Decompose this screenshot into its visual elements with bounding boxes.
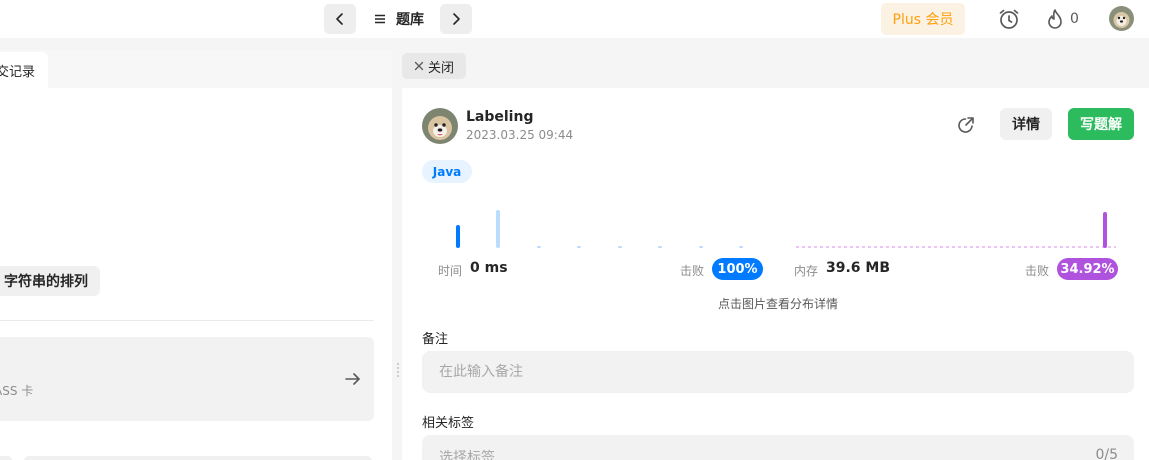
tags-select[interactable]: 选择标签 0/5 <box>422 435 1134 460</box>
runtime-bar <box>699 246 703 248</box>
tags-count: 0/5 <box>1095 447 1118 460</box>
right-tab-bar: 关闭 <box>402 50 1149 88</box>
chart-hint: 点击图片查看分布详情 <box>717 297 838 311</box>
partial-element <box>24 456 372 460</box>
chevron-right-icon <box>453 13 460 25</box>
problem-list-label: 题库 <box>396 12 424 28</box>
topic-chip[interactable]: 字符串的排列 <box>0 266 100 296</box>
memory-beat-label: 击败 <box>1025 264 1050 278</box>
prev-problem-button[interactable] <box>324 4 356 34</box>
distribution-chart[interactable] <box>422 198 1132 258</box>
list-icon <box>375 14 385 24</box>
memory-bar-current <box>1103 212 1107 248</box>
divider <box>0 320 374 321</box>
problem-list-button[interactable]: 题库 <box>368 4 434 34</box>
memory-label: 内存 <box>794 264 819 278</box>
tags-label: 相关标签 <box>422 416 475 431</box>
details-button[interactable]: 详情 <box>1000 108 1052 140</box>
memory-beat-badge: 34.92% <box>1057 258 1118 280</box>
submitter-avatar[interactable] <box>422 108 458 144</box>
write-solution-label: 写题解 <box>1080 117 1122 133</box>
streak-count: 0 <box>1070 11 1079 27</box>
close-tab-label: 关闭 <box>427 60 454 76</box>
user-avatar[interactable] <box>1109 6 1134 31</box>
left-tab-bar: 交记录 <box>0 50 392 88</box>
memory-beat-value: 34.92% <box>1060 261 1115 277</box>
runtime-value: 0 ms <box>470 260 508 276</box>
pass-card-label: ASS 卡 <box>0 384 34 398</box>
runtime-beat-badge: 100% <box>712 258 763 280</box>
notes-label: 备注 <box>422 332 449 347</box>
close-icon <box>414 61 424 71</box>
right-panel: 关闭 Labeling 2023.03.25 09:44 详情 写题解 Java <box>402 50 1149 460</box>
plus-membership-button[interactable]: Plus 会员 <box>881 3 965 35</box>
language-tag-label: Java <box>432 164 462 179</box>
panel-splitter[interactable] <box>392 50 402 460</box>
drag-handle-icon[interactable] <box>397 362 399 378</box>
plus-membership-label: Plus 会员 <box>892 12 954 28</box>
runtime-bar <box>739 246 743 248</box>
top-bar: 题库 Plus 会员 0 <box>0 0 1149 38</box>
runtime-beat-value: 100% <box>717 261 758 277</box>
topic-chip-label: 字符串的排列 <box>4 274 88 290</box>
details-label: 详情 <box>1012 117 1040 133</box>
flame-icon <box>1048 9 1062 29</box>
submission-detail: Labeling 2023.03.25 09:44 详情 写题解 Java 时间 <box>402 88 1149 460</box>
close-tab-button[interactable]: 关闭 <box>402 53 466 79</box>
partial-element <box>0 456 12 460</box>
share-icon[interactable] <box>956 115 976 135</box>
submitter-name[interactable]: Labeling <box>466 109 533 125</box>
language-tag: Java <box>422 160 472 183</box>
tags-placeholder: 选择标签 <box>439 450 495 460</box>
runtime-bar-current <box>456 225 460 248</box>
runtime-label: 时间 <box>438 264 463 278</box>
write-solution-button[interactable]: 写题解 <box>1068 108 1134 140</box>
runtime-bar <box>537 246 541 248</box>
runtime-bar <box>658 246 662 248</box>
runtime-bar <box>577 246 581 248</box>
memory-value: 39.6 MB <box>826 260 891 276</box>
submit-time: 2023.03.25 09:44 <box>466 128 574 142</box>
alarm-clock-icon[interactable] <box>997 7 1021 31</box>
tab-submissions-label: 交记录 <box>0 64 36 80</box>
runtime-bar <box>496 210 500 248</box>
runtime-bar <box>618 246 622 248</box>
next-problem-button[interactable] <box>440 4 472 34</box>
arrow-right-icon <box>345 373 360 385</box>
tab-submissions[interactable]: 交记录 <box>0 52 48 88</box>
runtime-beat-label: 击败 <box>680 264 705 278</box>
chevron-left-icon <box>336 13 343 25</box>
pass-card[interactable]: ASS 卡 <box>0 337 374 421</box>
left-panel: 交记录 字符串的排列 ASS 卡 <box>0 50 392 460</box>
notes-input[interactable] <box>422 351 1134 393</box>
streak-counter[interactable]: 0 <box>1046 7 1079 31</box>
